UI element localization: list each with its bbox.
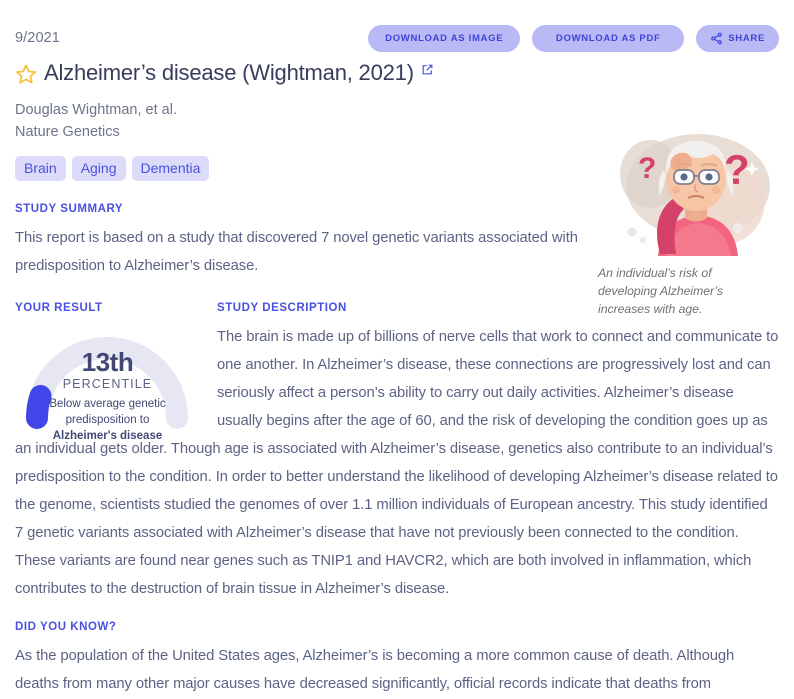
- did-you-know-body: As the population of the United States a…: [15, 648, 735, 692]
- svg-text:?: ?: [638, 152, 656, 185]
- illustration-block: ? ? An individual’s risk of developing A…: [590, 128, 786, 318]
- did-you-know-section: DID YOU KNOW? As the population of the U…: [15, 621, 779, 699]
- your-result-heading: YOUR RESULT: [15, 302, 103, 314]
- percentile-number: 13th: [81, 347, 134, 377]
- did-you-know-text: As the population of the United States a…: [15, 642, 779, 699]
- did-you-know-heading: DID YOU KNOW?: [15, 621, 117, 633]
- svg-text:?: ?: [724, 146, 750, 193]
- share-button[interactable]: SHARE: [696, 24, 779, 52]
- result-and-description: YOUR RESULT 13th PERCENTILE Below averag…: [15, 302, 779, 603]
- download-as-pdf-button[interactable]: DOWNLOAD AS PDF: [532, 24, 685, 52]
- title-row: Alzheimer’s disease (Wightman, 2021): [15, 60, 779, 86]
- percentile-description-line1: Below average genetic: [49, 398, 166, 410]
- study-summary-text: This report is based on a study that dis…: [15, 230, 578, 274]
- report-date: 9/2021: [15, 30, 60, 46]
- tag-brain[interactable]: Brain: [15, 156, 66, 181]
- percentile-label: PERCENTILE: [62, 377, 153, 391]
- tag-aging[interactable]: Aging: [71, 156, 126, 181]
- percentile-description-line3: Alzheimer's disease: [52, 430, 163, 442]
- report-page: 9/2021 DOWNLOAD AS IMAGE DOWNLOAD AS PDF…: [0, 0, 794, 699]
- percentile-gauge: 13th PERCENTILE Below average genetic pr…: [15, 322, 200, 442]
- gauge-text: 13th PERCENTILE Below average genetic pr…: [15, 348, 200, 444]
- download-as-image-button[interactable]: DOWNLOAD AS IMAGE: [368, 24, 521, 52]
- star-icon[interactable]: [15, 63, 37, 85]
- header-actions: DOWNLOAD AS IMAGE DOWNLOAD AS PDF SHARE: [368, 24, 779, 52]
- share-icon: [710, 32, 723, 45]
- share-button-label: SHARE: [728, 32, 765, 44]
- external-link-icon[interactable]: [421, 63, 434, 76]
- study-authors: Douglas Wightman, et al.: [15, 102, 177, 118]
- percentile-description-line2: predisposition to: [65, 414, 150, 426]
- header-bar: 9/2021 DOWNLOAD AS IMAGE DOWNLOAD AS PDF…: [15, 0, 779, 54]
- page-title: Alzheimer’s disease (Wightman, 2021): [44, 60, 414, 85]
- tag-dementia[interactable]: Dementia: [131, 156, 210, 181]
- your-result-section: YOUR RESULT 13th PERCENTILE Below averag…: [15, 302, 205, 442]
- elderly-woman-illustration: ? ?: [620, 134, 770, 256]
- percentile-description: Below average genetic predisposition to …: [15, 396, 200, 444]
